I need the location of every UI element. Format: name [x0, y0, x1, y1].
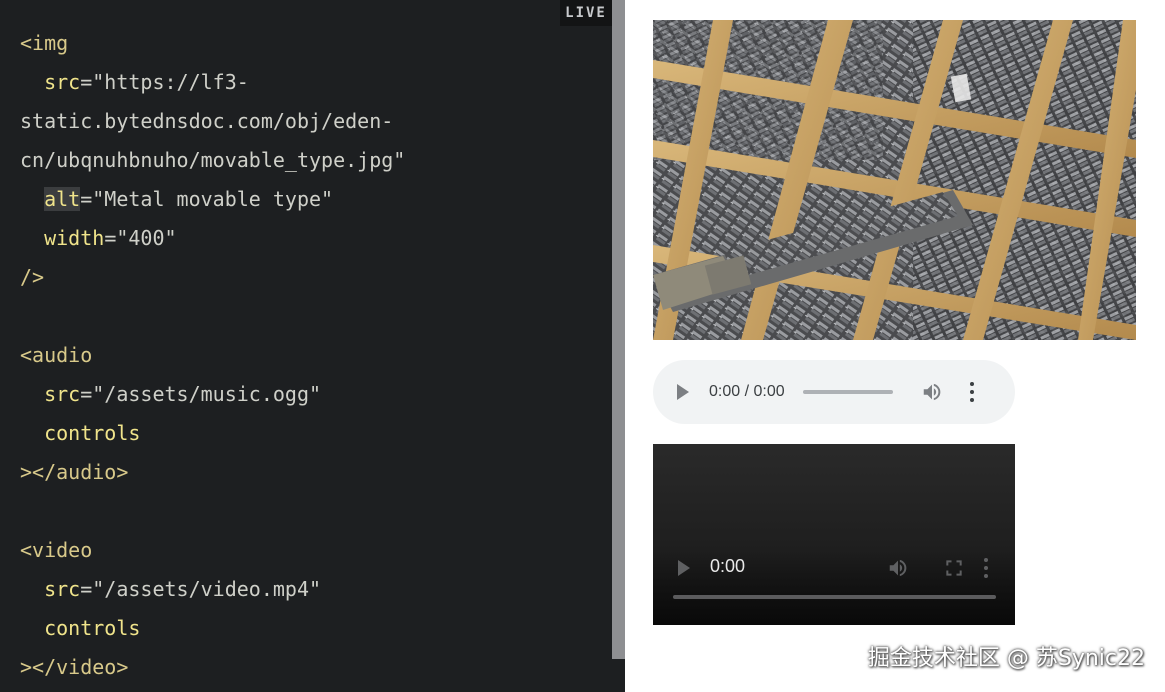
code-token: ="/assets/video.mp4": [80, 577, 322, 601]
code-token: src: [44, 70, 81, 94]
more-vert-icon[interactable]: [969, 382, 975, 402]
code-token: ="400": [104, 226, 177, 250]
code-line[interactable]: <audio: [20, 336, 405, 375]
video-seek-bar[interactable]: [673, 595, 996, 599]
code-token: ="https://lf3-: [80, 70, 249, 94]
preview-pane: 0:00 / 0:00 0:00 掘金技术社区 @ 苏Synic22: [625, 0, 1165, 692]
live-badge: LIVE: [560, 0, 612, 26]
movable-type-photo: [653, 20, 1136, 340]
video-time: 0:00: [710, 556, 746, 576]
audio-player[interactable]: 0:00 / 0:00: [653, 360, 1015, 424]
play-icon[interactable]: [678, 560, 690, 576]
code-token: <video: [20, 538, 93, 562]
code-lines[interactable]: <img src="https://lf3- static.bytednsdoc.…: [20, 24, 405, 687]
code-token: src: [44, 382, 81, 406]
pane-divider[interactable]: [612, 0, 625, 659]
code-token: controls: [44, 616, 141, 640]
fullscreen-icon[interactable]: [944, 558, 964, 578]
code-token: ></audio>: [20, 460, 129, 484]
code-token: controls: [44, 421, 141, 445]
code-line[interactable]: width="400": [20, 219, 405, 258]
watermark: 掘金技术社区 @ 苏Synic22: [867, 646, 1145, 671]
code-line[interactable]: static.bytednsdoc.com/obj/eden-: [20, 102, 405, 141]
code-line[interactable]: src="/assets/video.mp4": [20, 570, 405, 609]
code-token: static.bytednsdoc.com/obj/eden-: [20, 109, 394, 133]
code-token: />: [20, 265, 45, 289]
code-line[interactable]: [20, 297, 405, 336]
code-line[interactable]: src="/assets/music.ogg": [20, 375, 405, 414]
code-editor[interactable]: LIVE <img src="https://lf3- static.bytedn…: [0, 0, 612, 692]
code-token: ="Metal movable type": [80, 187, 334, 211]
code-line[interactable]: ></video>: [20, 648, 405, 687]
code-line[interactable]: />: [20, 258, 405, 297]
code-line[interactable]: controls: [20, 414, 405, 453]
code-line[interactable]: alt="Metal movable type": [20, 180, 405, 219]
code-line[interactable]: ></audio>: [20, 453, 405, 492]
code-token: ></video>: [20, 655, 129, 679]
play-icon[interactable]: [677, 384, 689, 400]
audio-seek-bar[interactable]: [802, 390, 893, 394]
code-line[interactable]: cn/ubqnuhbnuho/movable_type.jpg": [20, 141, 405, 180]
volume-icon[interactable]: [887, 557, 909, 579]
movable-type-image: [653, 20, 1136, 340]
volume-icon[interactable]: [921, 381, 943, 403]
code-token: src: [44, 577, 81, 601]
code-token: alt: [44, 187, 81, 211]
code-token: width: [44, 226, 105, 250]
code-line[interactable]: src="https://lf3-: [20, 63, 405, 102]
code-token: ="/assets/music.ogg": [80, 382, 322, 406]
code-token: <audio: [20, 343, 93, 367]
code-line[interactable]: [20, 492, 405, 531]
code-line[interactable]: <video: [20, 531, 405, 570]
video-player[interactable]: 0:00: [653, 444, 1015, 625]
more-vert-icon[interactable]: [983, 558, 989, 578]
code-line[interactable]: <img: [20, 24, 405, 63]
audio-time: 0:00 / 0:00: [709, 383, 785, 400]
code-token: <img: [20, 31, 69, 55]
pane-divider-foot: [612, 659, 625, 692]
code-line[interactable]: controls: [20, 609, 405, 648]
code-token: cn/ubqnuhbnuho/movable_type.jpg": [20, 148, 406, 172]
